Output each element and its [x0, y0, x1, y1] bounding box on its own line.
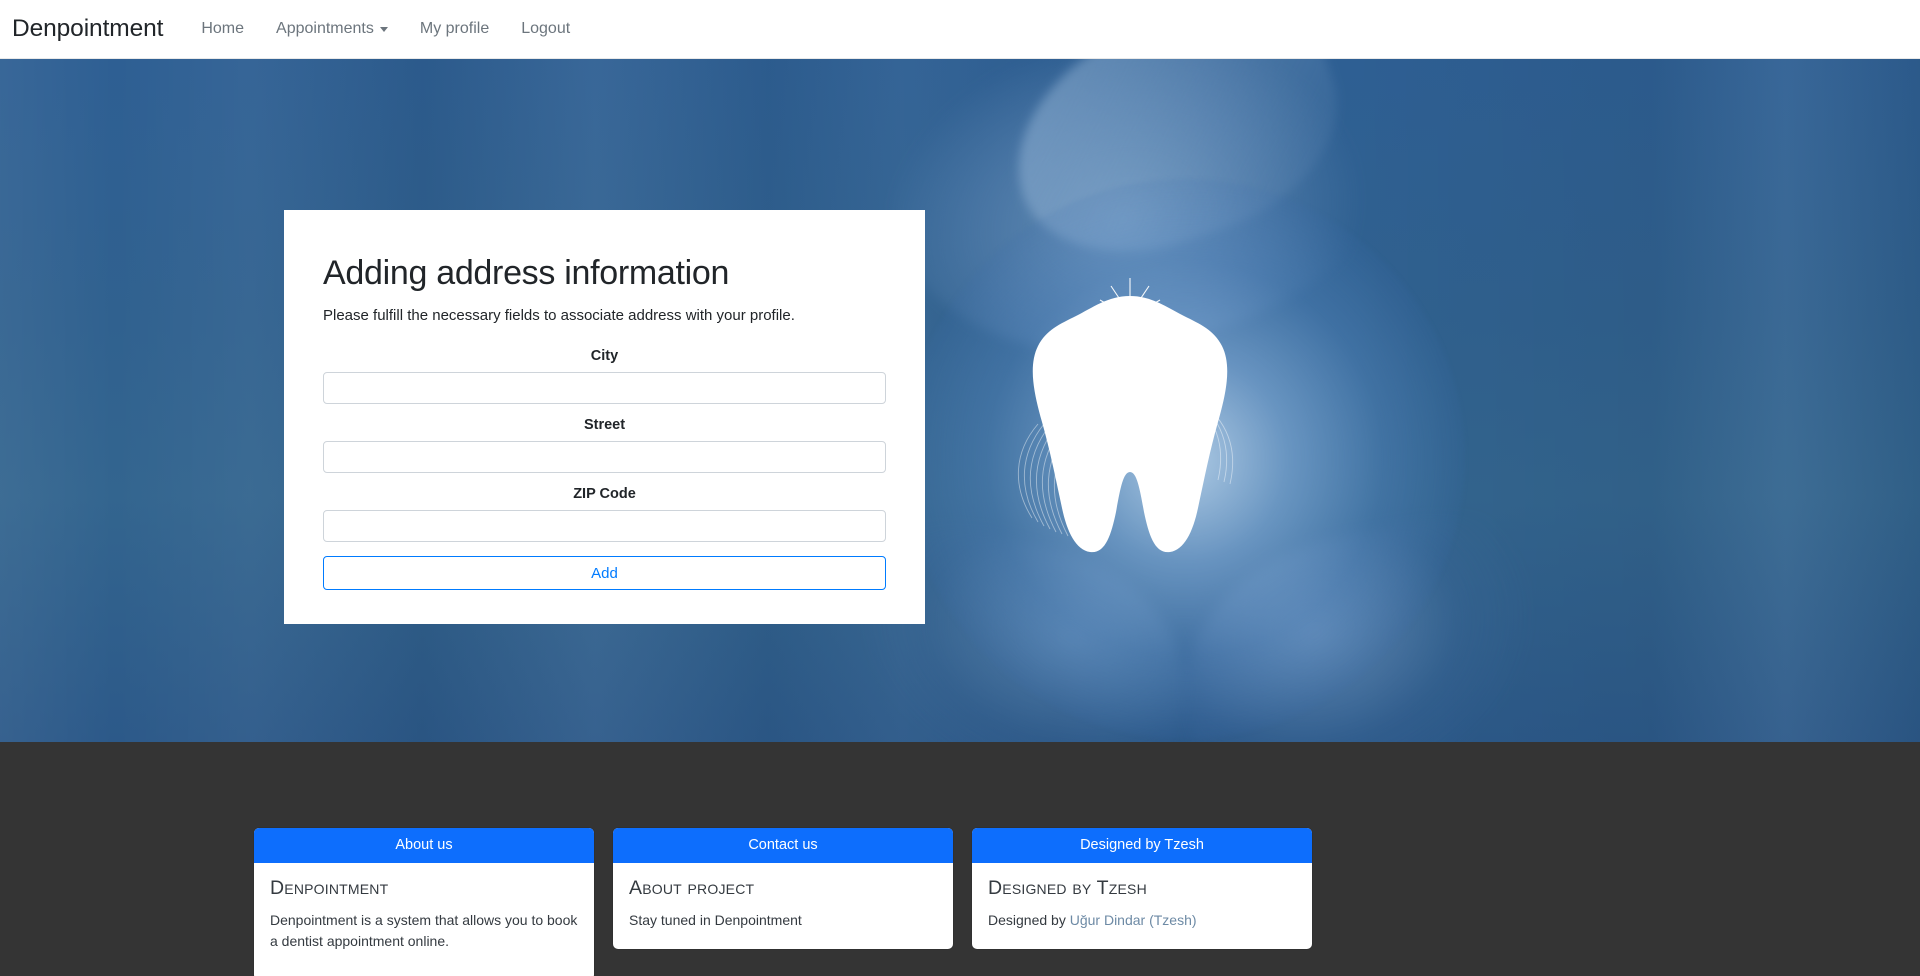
city-label: City	[590, 348, 619, 365]
nav-item-appointments-label: Appointments	[276, 20, 374, 37]
street-input[interactable]	[323, 441, 886, 474]
page-title: Adding address information	[323, 254, 730, 292]
footer-card-contact-us-text: Stay tuned in Denpointment	[629, 911, 802, 928]
footer-card-designed-by: Designed by Tzesh Designed by Tzesh Desi…	[972, 828, 1312, 949]
zip-code-label: ZIP Code	[573, 486, 636, 503]
nav-item-logout-label: Logout	[521, 20, 571, 37]
city-input[interactable]	[323, 372, 886, 405]
street-label: Street	[583, 417, 626, 434]
footer-card-about-us-header[interactable]: About us	[254, 828, 594, 864]
tooth-icon	[980, 274, 1280, 574]
nav-item-appointments[interactable]: Appointments	[260, 12, 404, 46]
hero-section: Adding address information Please fulfil…	[0, 59, 1920, 742]
nav-item-my-profile[interactable]: My profile	[404, 12, 505, 46]
add-button[interactable]: Add	[323, 556, 886, 591]
field-group-street: Street	[323, 417, 886, 474]
designed-by-prefix: Designed by	[988, 911, 1070, 928]
author-link[interactable]: Uğur Dindar (Tzesh)	[1070, 912, 1197, 928]
site-footer: About us Denpointment Denpointment is a …	[0, 742, 1920, 976]
footer-card-designed-by-body: Designed by Tzesh Designed by Uğur Dinda…	[972, 863, 1312, 948]
footer-card-contact-us-title: About project	[629, 877, 755, 900]
nav-item-home[interactable]: Home	[185, 12, 260, 46]
top-navbar: Denpointment Home Appointments My profil…	[0, 0, 1920, 59]
footer-card-contact-us-header[interactable]: Contact us	[613, 828, 953, 864]
chevron-down-icon	[379, 26, 388, 32]
field-group-city: City	[323, 348, 886, 405]
footer-card-contact-us: Contact us About project Stay tuned in D…	[613, 828, 953, 949]
primary-nav: Home Appointments My profile Logout	[185, 12, 586, 46]
address-form-card: Adding address information Please fulfil…	[284, 210, 925, 625]
footer-card-about-us-text: Denpointment is a system that allows you…	[270, 911, 578, 949]
footer-cards-row: About us Denpointment Denpointment is a …	[254, 828, 1312, 976]
brand-logo[interactable]: Denpointment	[12, 16, 163, 42]
footer-card-designed-by-title: Designed by Tzesh	[988, 877, 1147, 900]
footer-card-contact-us-body: About project Stay tuned in Denpointment	[613, 863, 953, 948]
nav-item-home-label: Home	[201, 20, 245, 37]
footer-card-about-us-title: Denpointment	[270, 877, 389, 900]
nav-item-logout[interactable]: Logout	[505, 12, 586, 46]
footer-card-designed-by-header[interactable]: Designed by Tzesh	[972, 828, 1312, 864]
footer-card-about-us-body: Denpointment Denpointment is a system th…	[254, 863, 594, 976]
footer-card-designed-by-text: Designed by Uğur Dindar (Tzesh)	[988, 910, 1296, 931]
zip-code-input[interactable]	[323, 510, 886, 543]
field-group-zip-code: ZIP Code	[323, 486, 886, 543]
page-subtitle: Please fulfill the necessary fields to a…	[323, 306, 795, 324]
nav-item-my-profile-label: My profile	[419, 20, 490, 37]
footer-card-about-us: About us Denpointment Denpointment is a …	[254, 828, 594, 976]
